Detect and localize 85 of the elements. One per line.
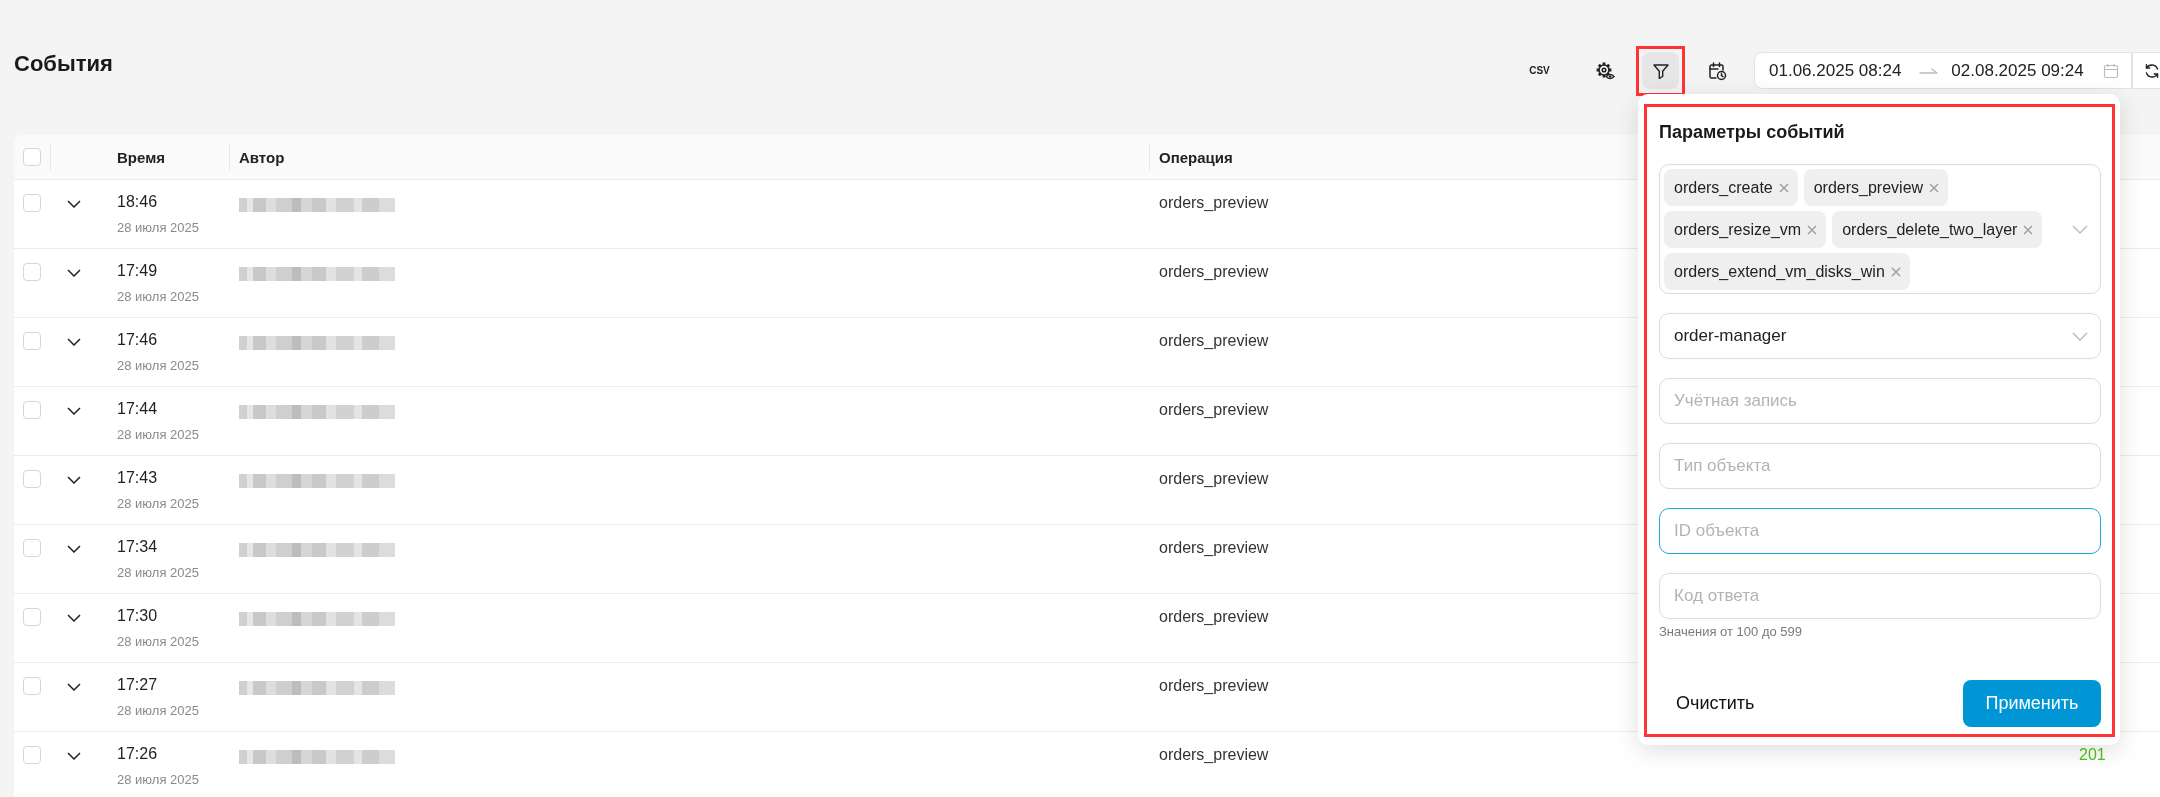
chevron-down-icon[interactable] [67,338,81,346]
start-date: 01.06.2025 08:24 [1769,60,1902,81]
checkbox[interactable] [23,677,41,695]
page-title: События [14,50,113,78]
filter-icon [1651,61,1670,80]
event-time: 17:43 [117,468,158,488]
date-range-field[interactable]: 01.06.2025 08:24 02.08.2025 09:24 [1754,52,2132,89]
checkbox[interactable] [23,539,41,557]
checkbox[interactable] [23,148,41,166]
event-date: 28 июля 2025 [117,633,199,651]
chevron-down-icon [2072,224,2088,234]
operation-name: orders_preview [1159,677,1269,694]
field-hint: Значения от 100 до 599 [1659,624,1803,640]
tag-chip[interactable]: orders_preview [1803,169,1949,206]
chevron-down-icon[interactable] [67,269,81,277]
calendar-icon [2103,62,2119,79]
event-time: 17:30 [117,606,158,626]
chevron-down-icon[interactable] [67,476,81,484]
refresh-icon [2144,62,2160,79]
operation-name: orders_preview [1159,470,1269,487]
operation-name: orders_preview [1159,194,1269,211]
status-code: 201 [2079,746,2106,763]
tag-label: orders_extend_vm_disks_win [1674,262,1885,281]
event-date: 28 июля 2025 [117,564,199,582]
text-field[interactable]: ID объекта [1659,508,2101,554]
chevron-down-icon[interactable] [67,545,81,553]
event-time: 17:49 [117,261,158,281]
panel-title: Параметры событий [1659,121,1846,143]
checkbox[interactable] [23,263,41,281]
event-time: 17:46 [117,330,158,350]
select-field[interactable]: order-manager [1659,313,2101,359]
csv-button[interactable]: CSV [1521,52,1558,89]
operation-name: orders_preview [1159,746,1269,763]
event-time: 17:27 [117,675,158,695]
tag-chip[interactable]: orders_delete_two_layer [1832,211,2043,248]
chevron-down-icon[interactable] [67,683,81,691]
checkbox[interactable] [23,194,41,212]
close-icon[interactable] [1807,224,1818,235]
operation-name: orders_preview [1159,332,1269,349]
event-time: 17:44 [117,399,158,419]
event-time: 17:26 [117,744,158,764]
filter-button[interactable] [1642,52,1679,89]
close-icon[interactable] [1929,182,1940,193]
chevron-down-icon [2072,331,2088,341]
tag-chip[interactable]: orders_create [1664,169,1798,206]
clear-button[interactable]: Очистить [1659,680,1772,727]
checkbox[interactable] [23,332,41,350]
operation-name: orders_preview [1159,401,1269,418]
event-date: 28 июля 2025 [117,495,199,513]
tag-label: orders_resize_vm [1674,220,1802,239]
close-icon[interactable] [1890,266,1901,277]
chevron-down-icon[interactable] [67,614,81,622]
checkbox[interactable] [23,401,41,419]
refresh-button[interactable] [2132,52,2160,89]
tag-chip[interactable]: orders_extend_vm_disks_win [1664,253,1910,290]
chevron-down-icon[interactable] [67,407,81,415]
event-date: 28 июля 2025 [117,702,199,720]
tag-chip[interactable]: orders_resize_vm [1664,211,1827,248]
column-header: Время [117,148,165,166]
chevron-down-icon[interactable] [67,200,81,208]
column-header: Операция [1159,148,1233,166]
event-time: 17:34 [117,537,158,557]
end-date: 02.08.2025 09:24 [1951,60,2084,81]
tag-label: orders_delete_two_layer [1842,220,2018,239]
checkbox[interactable] [23,746,41,764]
tag-label: orders_create [1674,178,1773,197]
event-date: 28 июля 2025 [117,219,199,237]
tag-label: orders_preview [1813,178,1924,197]
operation-name: orders_preview [1159,608,1269,625]
close-icon[interactable] [1778,182,1789,193]
operation-name: orders_preview [1159,539,1269,556]
checkbox[interactable] [23,470,41,488]
column-header: Автор [239,148,285,166]
settings-icon [1594,60,1615,81]
multi-select-field[interactable]: orders_create orders_preview orders_resize_vm orders_delete_two_layer orders_extend_vm_disks_win [1659,164,2101,294]
event-date: 28 июля 2025 [117,426,199,444]
checkbox[interactable] [23,608,41,626]
event-time: 18:46 [117,192,158,212]
calendar-clock-icon [1706,60,1727,81]
close-icon[interactable] [2023,224,2034,235]
operation-name: orders_preview [1159,263,1269,280]
event-date: 28 июля 2025 [117,288,199,306]
chevron-down-icon[interactable] [67,752,81,760]
event-date: 28 июля 2025 [117,357,199,375]
event-date: 28 июля 2025 [117,771,199,789]
